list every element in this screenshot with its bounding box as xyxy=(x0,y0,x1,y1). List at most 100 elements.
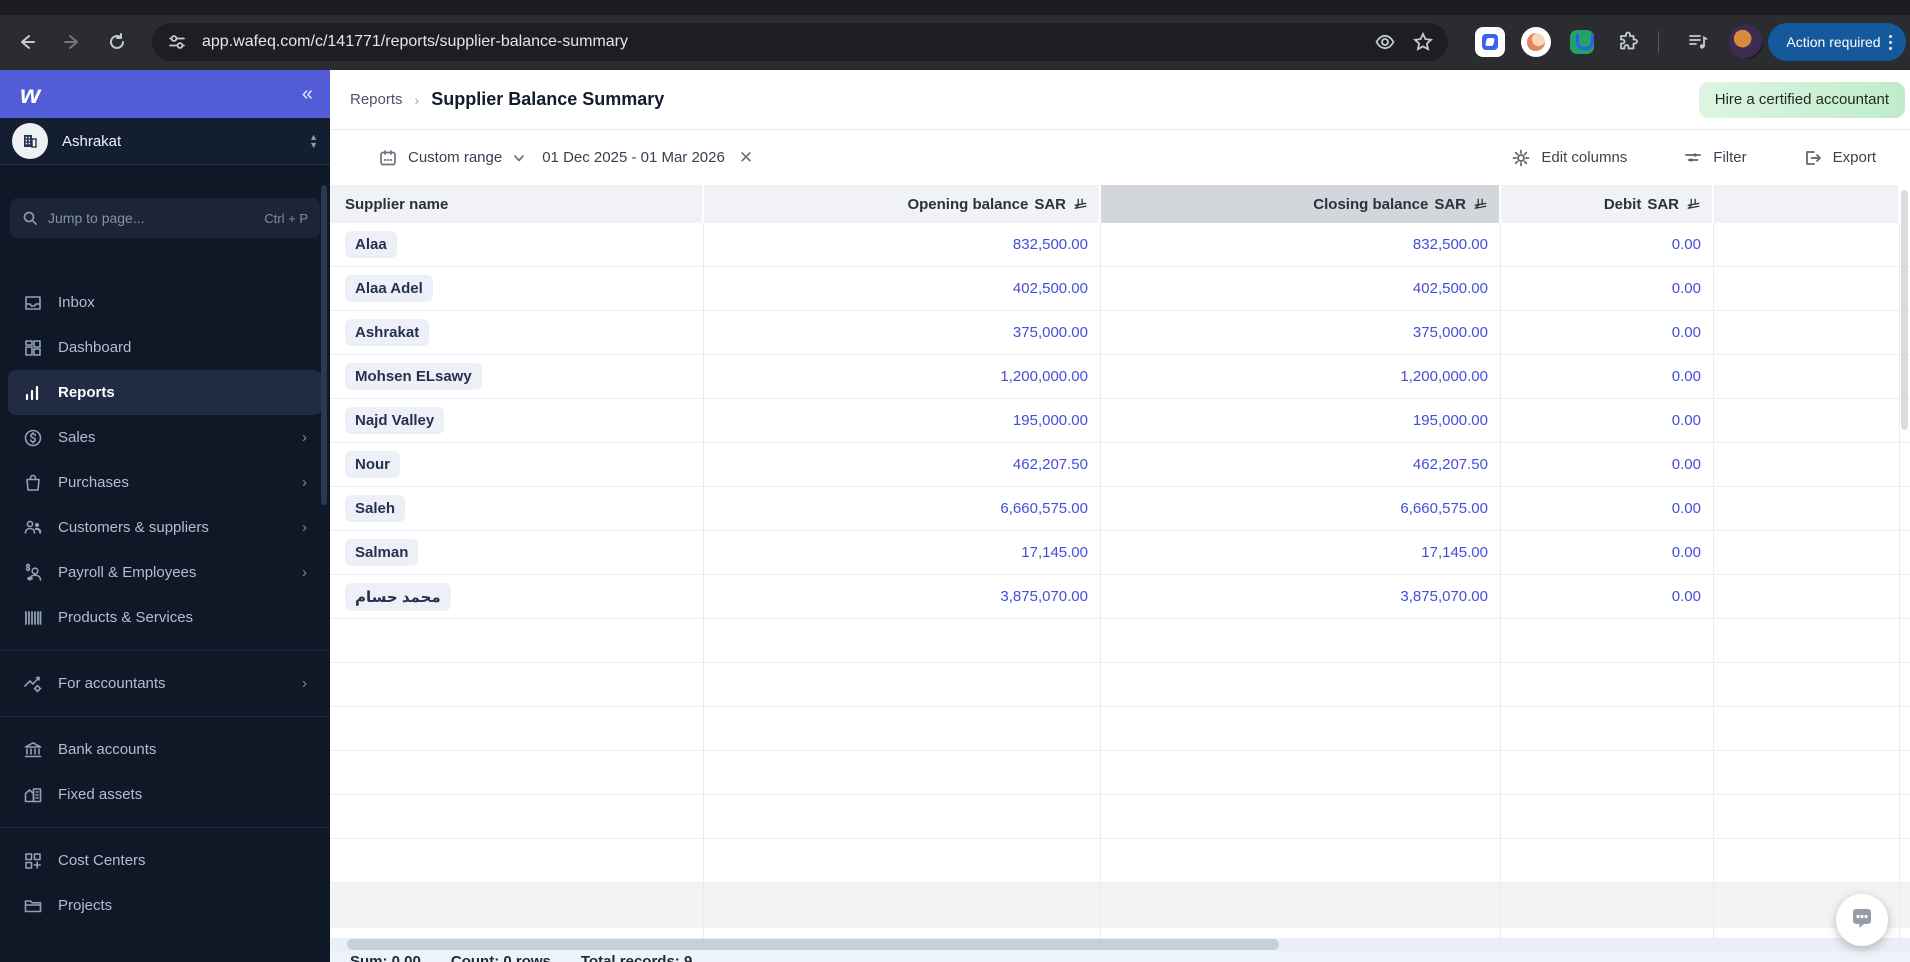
action-required-button[interactable]: Action required xyxy=(1768,23,1906,61)
table-row[interactable]: Saleh 6,660,575.00 6,660,575.00 0.00 xyxy=(330,487,1910,531)
closing-balance-value[interactable]: 832,500.00 xyxy=(1101,223,1501,266)
table-row[interactable]: محمد حسام 3,875,070.00 3,875,070.00 0.00 xyxy=(330,575,1910,619)
browser-reload-button[interactable] xyxy=(99,24,135,60)
sidebar-item-customers-suppliers[interactable]: Customers & suppliers › xyxy=(8,505,322,550)
horizontal-scrollbar-track[interactable] xyxy=(330,938,1910,951)
supplier-name[interactable]: Ashrakat xyxy=(345,319,430,346)
clear-date-range-icon[interactable]: ✕ xyxy=(739,148,753,168)
wafeq-logo: w xyxy=(20,79,40,109)
table-row[interactable]: Alaa 832,500.00 832,500.00 0.00 xyxy=(330,223,1910,267)
debit-value[interactable]: 0.00 xyxy=(1501,223,1714,266)
jump-to-page-search[interactable]: Jump to page... Ctrl + P xyxy=(10,198,320,238)
debit-value[interactable]: 0.00 xyxy=(1501,267,1714,310)
url-bar[interactable]: app.wafeq.com/c/141771/reports/supplier-… xyxy=(152,23,1448,61)
reload-icon xyxy=(110,33,124,49)
sidebar-item-projects[interactable]: Projects xyxy=(8,883,322,928)
closing-balance-value[interactable]: 375,000.00 xyxy=(1101,311,1501,354)
url-text[interactable]: app.wafeq.com/c/141771/reports/supplier-… xyxy=(202,33,628,51)
chevron-down-icon[interactable] xyxy=(512,151,526,165)
sidebar-item-cost-centers[interactable]: Cost Centers xyxy=(8,838,322,883)
column-header-debit[interactable]: Debit SAR xyxy=(1501,185,1714,223)
opening-balance-value[interactable]: 17,145.00 xyxy=(704,531,1101,574)
table-row[interactable]: Salman 17,145.00 17,145.00 0.00 xyxy=(330,531,1910,575)
sidebar-item-reports[interactable]: Reports xyxy=(8,370,322,415)
sidebar-item-dashboard[interactable]: Dashboard xyxy=(8,325,322,370)
column-header-supplier-name[interactable]: Supplier name xyxy=(330,185,704,223)
supplier-name[interactable]: Nour xyxy=(345,451,400,478)
edit-columns-button[interactable]: Edit columns xyxy=(1511,148,1627,168)
workspace-switch-icon[interactable]: ▲ ▼ xyxy=(309,133,318,150)
eye-icon[interactable] xyxy=(1374,31,1396,53)
sidebar-collapse-button[interactable]: « xyxy=(302,83,313,106)
debit-value[interactable]: 0.00 xyxy=(1501,311,1714,354)
browser-profile-avatar[interactable] xyxy=(1729,25,1763,59)
opening-balance-value[interactable]: 1,200,000.00 xyxy=(704,355,1101,398)
breadcrumb-reports[interactable]: Reports xyxy=(350,91,403,108)
table-row[interactable]: Nour 462,207.50 462,207.50 0.00 xyxy=(330,443,1910,487)
horizontal-scrollbar-thumb[interactable] xyxy=(347,939,1279,950)
column-header-opening-balance[interactable]: Opening balance SAR xyxy=(704,185,1101,223)
closing-balance-value[interactable]: 1,200,000.00 xyxy=(1101,355,1501,398)
column-header-closing-balance[interactable]: Closing balance SAR xyxy=(1101,185,1501,223)
hire-accountant-button[interactable]: Hire a certified accountant xyxy=(1698,81,1905,118)
opening-balance-value[interactable]: 195,000.00 xyxy=(704,399,1101,442)
closing-balance-value[interactable]: 195,000.00 xyxy=(1101,399,1501,442)
opening-balance-value[interactable]: 375,000.00 xyxy=(704,311,1101,354)
debit-value[interactable]: 0.00 xyxy=(1501,443,1714,486)
extension-icon-assistant[interactable] xyxy=(1521,27,1551,57)
sidebar-item-bank-accounts[interactable]: Bank accounts xyxy=(8,727,322,772)
sidebar-item-purchases[interactable]: Purchases › xyxy=(8,460,322,505)
closing-balance-value[interactable]: 6,660,575.00 xyxy=(1101,487,1501,530)
date-range-type[interactable]: Custom range xyxy=(408,149,502,166)
supplier-name[interactable]: محمد حسام xyxy=(345,582,451,611)
supplier-name[interactable]: Mohsen ELsawy xyxy=(345,363,482,390)
extensions-puzzle-icon[interactable] xyxy=(1613,27,1643,57)
supplier-name[interactable]: Najd Valley xyxy=(345,407,445,434)
sidebar-item-payroll-employees[interactable]: Payroll & Employees › xyxy=(8,550,322,595)
browser-back-button[interactable] xyxy=(9,24,45,60)
sidebar-item-fixed-assets[interactable]: Fixed assets xyxy=(8,772,322,817)
kebab-menu-icon[interactable] xyxy=(1888,34,1892,50)
supplier-name[interactable]: Alaa Adel xyxy=(345,275,433,302)
closing-balance-value[interactable]: 3,875,070.00 xyxy=(1101,575,1501,618)
sidebar-item-for-accountants[interactable]: For accountants › xyxy=(8,661,322,706)
filter-button[interactable]: Filter xyxy=(1683,148,1747,168)
closing-balance-value[interactable]: 402,500.00 xyxy=(1101,267,1501,310)
opening-balance-value[interactable]: 832,500.00 xyxy=(704,223,1101,266)
browser-forward-button[interactable] xyxy=(54,24,90,60)
opening-balance-value[interactable]: 462,207.50 xyxy=(704,443,1101,486)
extension-icon-blue[interactable] xyxy=(1475,27,1505,57)
table-row[interactable]: Mohsen ELsawy 1,200,000.00 1,200,000.00 … xyxy=(330,355,1910,399)
workspace-selector[interactable]: Ashrakat ▲ ▼ xyxy=(0,118,330,165)
opening-balance-value[interactable]: 3,875,070.00 xyxy=(704,575,1101,618)
site-settings-icon[interactable] xyxy=(166,31,188,53)
closing-balance-value[interactable]: 17,145.00 xyxy=(1101,531,1501,574)
riyal-symbol-icon xyxy=(1687,198,1700,211)
debit-value[interactable]: 0.00 xyxy=(1501,355,1714,398)
supplier-name[interactable]: Salman xyxy=(345,539,419,566)
debit-value[interactable]: 0.00 xyxy=(1501,399,1714,442)
sidebar-scrollbar[interactable] xyxy=(321,185,327,505)
table-row[interactable]: Najd Valley 195,000.00 195,000.00 0.00 xyxy=(330,399,1910,443)
debit-value[interactable]: 0.00 xyxy=(1501,531,1714,574)
sidebar-item-sales[interactable]: Sales › xyxy=(8,415,322,460)
supplier-name[interactable]: Saleh xyxy=(345,495,406,522)
vertical-scrollbar-thumb[interactable] xyxy=(1901,190,1908,430)
filter-label: Filter xyxy=(1713,149,1747,166)
closing-balance-value[interactable]: 462,207.50 xyxy=(1101,443,1501,486)
date-range-value[interactable]: 01 Dec 2025 - 01 Mar 2026 xyxy=(542,149,725,166)
extension-icon-green[interactable] xyxy=(1567,27,1597,57)
sidebar-item-products-services[interactable]: Products & Services xyxy=(8,595,322,640)
export-button[interactable]: Export xyxy=(1803,148,1876,168)
media-list-icon[interactable] xyxy=(1683,27,1713,57)
debit-value[interactable]: 0.00 xyxy=(1501,575,1714,618)
table-row[interactable]: Ashrakat 375,000.00 375,000.00 0.00 xyxy=(330,311,1910,355)
sidebar-item-inbox[interactable]: Inbox xyxy=(8,280,322,325)
debit-value[interactable]: 0.00 xyxy=(1501,487,1714,530)
chat-widget-button[interactable] xyxy=(1836,894,1888,946)
table-row[interactable]: Alaa Adel 402,500.00 402,500.00 0.00 xyxy=(330,267,1910,311)
bookmark-star-icon[interactable] xyxy=(1412,31,1434,53)
opening-balance-value[interactable]: 6,660,575.00 xyxy=(704,487,1101,530)
opening-balance-value[interactable]: 402,500.00 xyxy=(704,267,1101,310)
supplier-name[interactable]: Alaa xyxy=(345,231,397,258)
